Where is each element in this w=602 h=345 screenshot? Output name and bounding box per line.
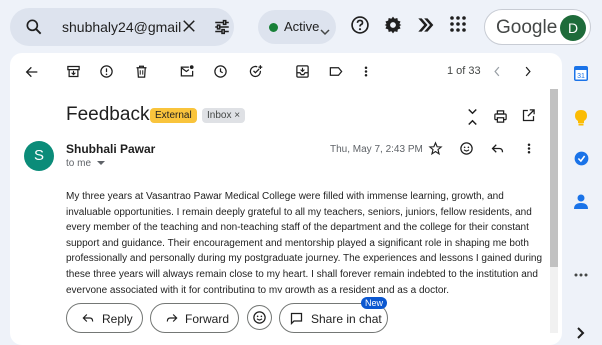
reply-button-label: Reply bbox=[102, 312, 133, 326]
search-options-icon[interactable] bbox=[213, 18, 231, 41]
email-body: My three years at Vasantrao Pawar Medica… bbox=[66, 191, 543, 293]
status-label: Active bbox=[284, 19, 320, 34]
smiley-icon bbox=[252, 310, 267, 328]
reply-icon[interactable] bbox=[490, 141, 505, 161]
mark-unread-icon[interactable] bbox=[179, 64, 195, 84]
more-vert-icon[interactable] bbox=[360, 64, 372, 84]
emoji-button[interactable] bbox=[247, 305, 272, 330]
star-icon[interactable] bbox=[428, 141, 443, 161]
add-task-icon[interactable] bbox=[248, 64, 264, 84]
sender-avatar[interactable]: S bbox=[24, 141, 54, 171]
sender-name[interactable]: Shubhali Pawar bbox=[66, 142, 155, 156]
apps-grid-icon[interactable] bbox=[449, 15, 467, 38]
back-arrow-icon[interactable] bbox=[24, 64, 40, 85]
pagination-count: 1 of 33 bbox=[447, 65, 481, 77]
recipient-label: to me bbox=[66, 158, 92, 169]
share-button-label: Share in chat bbox=[311, 312, 382, 326]
email-panel: 1 of 33 Feedback External Inbox × S Shub… bbox=[10, 53, 562, 345]
calendar-day: 31 bbox=[577, 73, 585, 80]
calendar-icon[interactable]: 31 bbox=[574, 66, 588, 86]
forward-arrow-icon bbox=[165, 311, 179, 328]
archive-icon[interactable] bbox=[66, 64, 81, 84]
settings-gear-icon[interactable] bbox=[383, 15, 403, 40]
account-button[interactable]: Google D bbox=[484, 9, 591, 45]
reply-button[interactable]: Reply bbox=[66, 303, 143, 333]
forward-button-label: Forward bbox=[185, 312, 230, 326]
print-icon[interactable] bbox=[493, 109, 508, 129]
avatar: D bbox=[560, 15, 586, 41]
newer-chevron-icon[interactable] bbox=[491, 64, 503, 84]
collapse-icon[interactable] bbox=[466, 108, 479, 131]
older-chevron-icon[interactable] bbox=[522, 64, 534, 84]
delete-icon[interactable] bbox=[134, 64, 149, 84]
clear-search-icon[interactable] bbox=[180, 17, 198, 40]
status-selector[interactable]: Active bbox=[258, 10, 336, 44]
tasks-icon[interactable] bbox=[574, 151, 589, 171]
search-input[interactable]: shubhaly24@gmail bbox=[62, 19, 181, 35]
expand-panel-chevron-icon[interactable] bbox=[576, 326, 585, 344]
message-more-icon[interactable] bbox=[523, 141, 535, 161]
chevron-down-icon bbox=[320, 23, 330, 41]
external-label-badge: External bbox=[150, 108, 197, 123]
email-date: Thu, May 7, 2:43 PM bbox=[330, 144, 423, 155]
contacts-icon[interactable] bbox=[574, 193, 588, 214]
recipient-details[interactable]: to me bbox=[66, 158, 105, 169]
email-subject: Feedback bbox=[66, 104, 150, 125]
move-to-icon[interactable] bbox=[295, 64, 310, 84]
reply-arrow-icon bbox=[81, 311, 95, 328]
new-badge: New bbox=[361, 297, 388, 309]
more-apps-icon[interactable] bbox=[574, 265, 588, 283]
help-icon[interactable] bbox=[350, 15, 370, 40]
search-icon[interactable] bbox=[24, 17, 44, 42]
emoji-reaction-icon[interactable] bbox=[459, 141, 474, 161]
report-spam-icon[interactable] bbox=[99, 64, 114, 84]
status-dot bbox=[269, 23, 278, 32]
gemini-icon[interactable] bbox=[415, 15, 435, 40]
search-bar[interactable]: shubhaly24@gmail bbox=[10, 8, 234, 46]
google-logo: Google bbox=[496, 17, 558, 38]
label-icon[interactable] bbox=[328, 64, 344, 84]
open-new-window-icon[interactable] bbox=[521, 108, 536, 128]
forward-button[interactable]: Forward bbox=[150, 303, 239, 333]
scrollbar-thumb[interactable] bbox=[550, 89, 558, 267]
chat-bubble-icon bbox=[289, 311, 304, 329]
snooze-clock-icon[interactable] bbox=[213, 64, 228, 84]
keep-icon[interactable] bbox=[574, 110, 588, 131]
inbox-label-badge[interactable]: Inbox × bbox=[202, 108, 246, 123]
